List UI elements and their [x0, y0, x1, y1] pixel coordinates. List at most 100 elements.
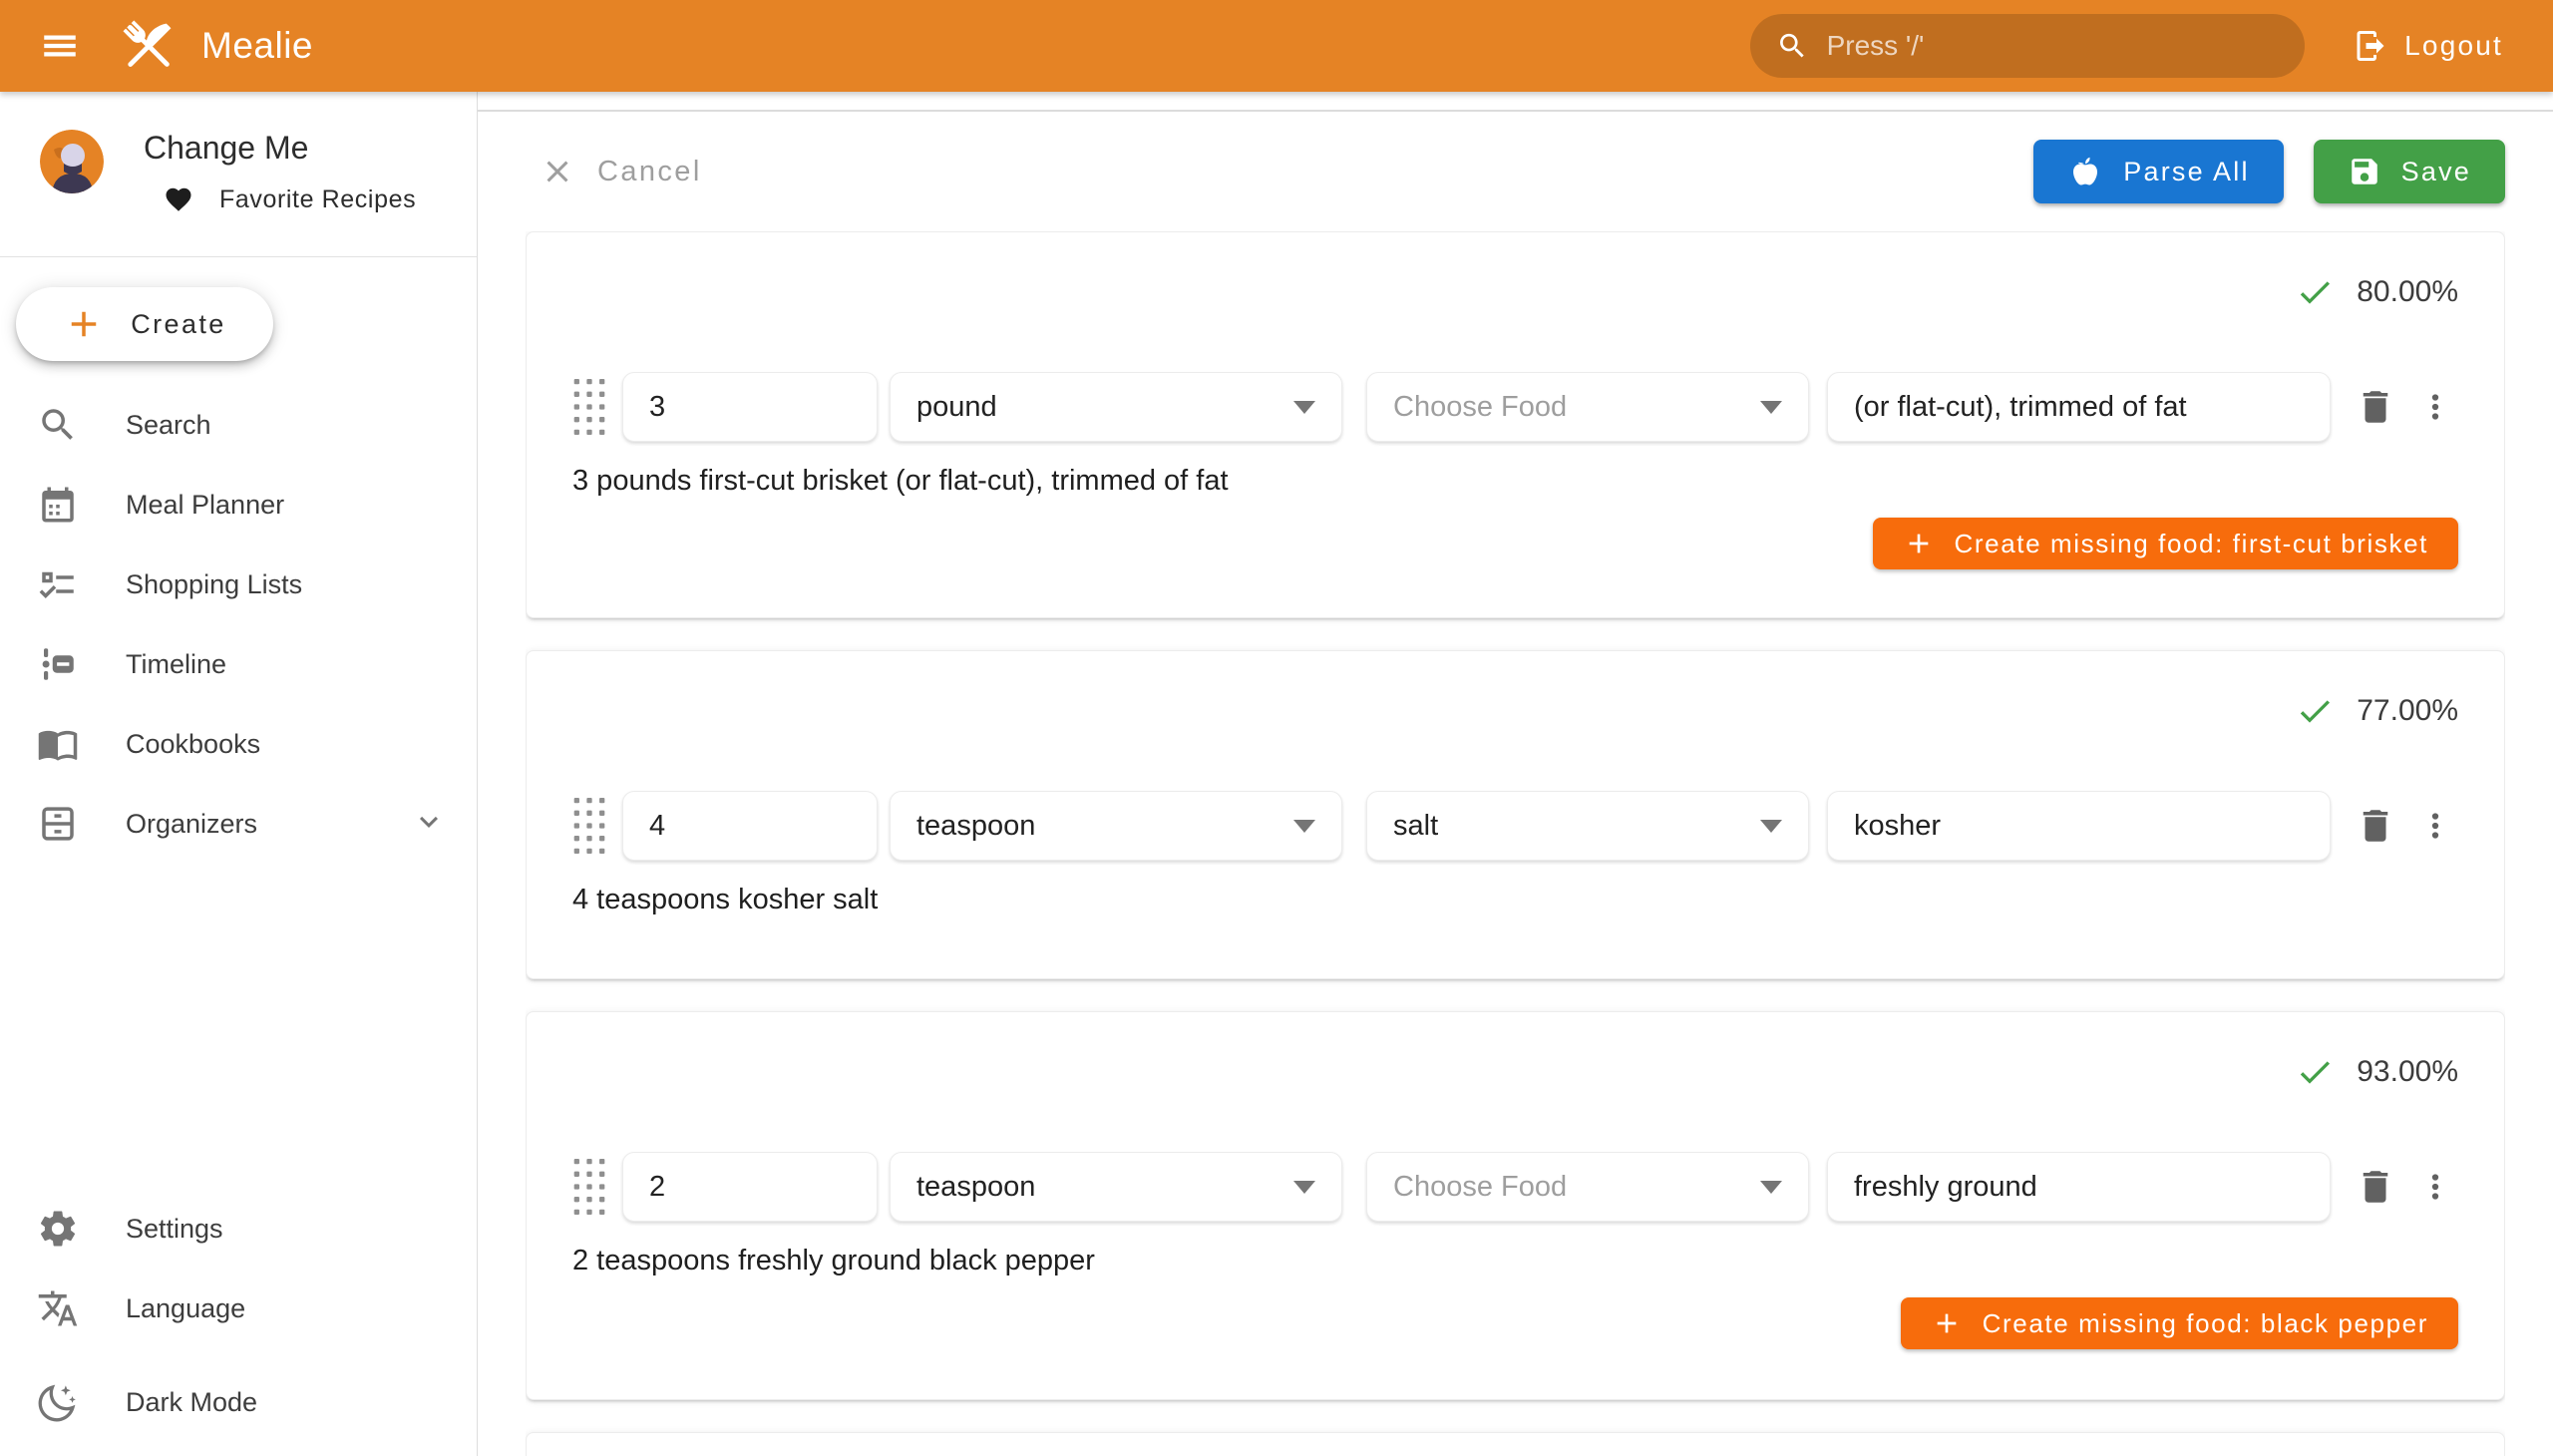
create-button-label: Create	[131, 309, 225, 340]
global-search-input[interactable]	[1827, 30, 2280, 62]
unit-select[interactable]: teaspoon	[890, 1152, 1342, 1222]
sidebar-item-label: Settings	[126, 1214, 223, 1245]
caret-down-icon	[1293, 820, 1315, 833]
drag-handle-icon[interactable]	[572, 798, 606, 854]
confidence-value: 93.00%	[2357, 1055, 2458, 1089]
quantity-input[interactable]	[622, 791, 878, 861]
drag-handle-icon[interactable]	[572, 379, 606, 435]
create-missing-food-button[interactable]: Create missing food: first-cut brisket	[1873, 518, 2459, 569]
food-placeholder: Choose Food	[1393, 391, 1567, 424]
translate-icon	[36, 1287, 80, 1329]
sidebar-spacer	[0, 864, 477, 1171]
logout-label: Logout	[2404, 30, 2503, 62]
original-ingredient-text: 2 teaspoons freshly ground black pepper	[572, 1244, 2458, 1277]
user-name: Change Me	[144, 130, 416, 167]
row-menu-button[interactable]	[2412, 388, 2458, 426]
sidebar-item-timeline[interactable]: Timeline	[0, 624, 477, 704]
note-input[interactable]	[1827, 1152, 2331, 1222]
food-select[interactable]: Choose Food	[1366, 372, 1809, 442]
moon-icon	[36, 1381, 80, 1423]
save-icon	[2348, 155, 2381, 188]
logout-button[interactable]: Logout	[2339, 14, 2517, 78]
quantity-value[interactable]	[649, 1171, 851, 1204]
unit-value: teaspoon	[916, 1171, 1035, 1204]
confidence-row: 93.00%	[572, 1050, 2458, 1094]
sidebar-item-language[interactable]: Language	[0, 1269, 477, 1348]
sidebar-item-settings[interactable]: Settings	[0, 1189, 477, 1269]
caret-down-icon	[1760, 820, 1782, 833]
delete-row-button[interactable]	[2349, 805, 2402, 847]
sidebar-item-label: Language	[126, 1293, 245, 1324]
sidebar-item-label: Organizers	[126, 809, 257, 840]
heart-icon	[164, 184, 193, 214]
unit-select[interactable]: pound	[890, 372, 1342, 442]
caret-down-icon	[1760, 1181, 1782, 1194]
plus-icon	[1931, 1307, 1963, 1339]
sidebar-item-shopping-lists[interactable]: Shopping Lists	[0, 545, 477, 624]
calendar-icon	[36, 484, 80, 526]
food-select[interactable]: salt	[1366, 791, 1809, 861]
quantity-value[interactable]	[649, 810, 851, 843]
sidebar-item-label: Shopping Lists	[126, 569, 302, 600]
parse-all-button[interactable]: Parse All	[2033, 140, 2283, 203]
sidebar-item-dark-mode[interactable]: Dark Mode	[0, 1362, 477, 1442]
quantity-input[interactable]	[622, 372, 878, 442]
quantity-input[interactable]	[622, 1152, 878, 1222]
sidebar: Change Me Favorite Recipes Create Search…	[0, 92, 478, 1456]
quantity-value[interactable]	[649, 391, 851, 424]
note-value[interactable]	[1854, 391, 2304, 424]
user-info: Change Me Favorite Recipes	[144, 130, 416, 214]
fork-knife-logo-icon	[114, 11, 183, 81]
app-title: Mealie	[201, 25, 313, 67]
mealie-logo[interactable]	[114, 11, 183, 81]
filing-cabinet-icon	[36, 803, 80, 845]
original-ingredient-text: 4 teaspoons kosher salt	[572, 883, 2458, 916]
global-search[interactable]	[1750, 14, 2305, 78]
note-input[interactable]	[1827, 372, 2331, 442]
timeline-icon	[36, 643, 80, 685]
plus-icon	[1903, 528, 1935, 559]
avatar	[40, 130, 104, 193]
favorite-recipes-link[interactable]: Favorite Recipes	[164, 184, 416, 214]
cancel-button[interactable]: Cancel	[526, 144, 716, 199]
confidence-value: 77.00%	[2357, 694, 2458, 728]
drag-handle-icon[interactable]	[572, 1159, 606, 1215]
unit-value: teaspoon	[916, 810, 1035, 843]
trash-icon	[2355, 805, 2396, 847]
sidebar-item-search[interactable]: Search	[0, 385, 477, 465]
chevron-down-icon	[411, 804, 447, 845]
unit-select[interactable]: teaspoon	[890, 791, 1342, 861]
save-button[interactable]: Save	[2314, 140, 2505, 203]
kebab-icon	[2416, 1168, 2454, 1206]
sidebar-item-organizers[interactable]: Organizers	[0, 784, 477, 864]
sidebar-item-cookbooks[interactable]: Cookbooks	[0, 704, 477, 784]
note-input[interactable]	[1827, 791, 2331, 861]
checklist-icon	[36, 563, 80, 605]
user-block[interactable]: Change Me Favorite Recipes	[0, 92, 477, 256]
sidebar-bottom-nav: Settings Language Dark Mode	[0, 1189, 477, 1456]
note-value[interactable]	[1854, 1171, 2304, 1204]
sidebar-item-meal-planner[interactable]: Meal Planner	[0, 465, 477, 545]
hamburger-menu-button[interactable]	[30, 16, 90, 76]
sidebar-divider	[0, 256, 477, 257]
note-value[interactable]	[1854, 810, 2304, 843]
kebab-icon	[2416, 807, 2454, 845]
row-menu-button[interactable]	[2412, 1168, 2458, 1206]
ingredient-parser-panel: Cancel Parse All Save 80.00%	[478, 92, 2553, 1456]
create-missing-row: Create missing food: first-cut brisket	[572, 518, 2458, 569]
hamburger-icon	[39, 25, 81, 67]
create-missing-food-button[interactable]: Create missing food: black pepper	[1901, 1297, 2458, 1349]
ingredient-card	[526, 1432, 2505, 1456]
check-icon	[2295, 1052, 2335, 1092]
sidebar-item-label: Cookbooks	[126, 729, 260, 760]
open-book-icon	[36, 723, 80, 765]
ingredient-card: 77.00% teaspoon salt	[526, 650, 2505, 979]
delete-row-button[interactable]	[2349, 1166, 2402, 1208]
row-menu-button[interactable]	[2412, 807, 2458, 845]
food-select[interactable]: Choose Food	[1366, 1152, 1809, 1222]
create-button[interactable]: Create	[16, 287, 273, 361]
caret-down-icon	[1293, 1181, 1315, 1194]
delete-row-button[interactable]	[2349, 386, 2402, 428]
search-icon	[1776, 28, 1808, 64]
search-icon	[36, 404, 80, 446]
